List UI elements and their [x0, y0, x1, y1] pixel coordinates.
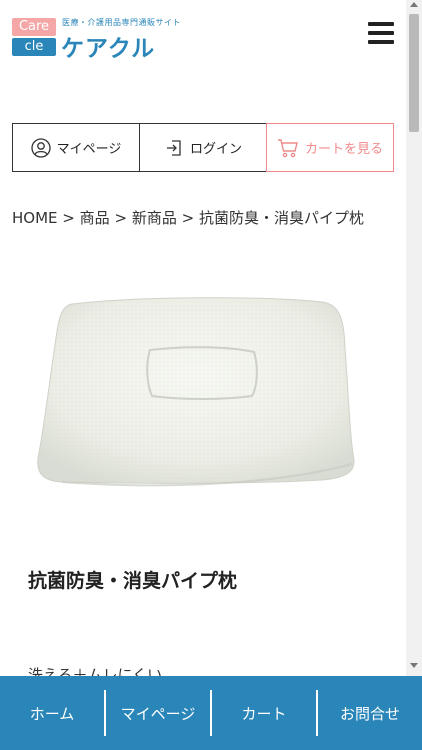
user-icon [30, 137, 51, 158]
logo-cle-text: cle [12, 38, 56, 56]
mypage-button[interactable]: マイページ [12, 123, 140, 172]
scrollbar[interactable] [406, 0, 422, 676]
mypage-button-label: マイページ [56, 142, 122, 157]
bottom-nav: ホーム マイページ カート お問合せ [0, 676, 422, 750]
breadcrumb-products[interactable]: 商品 [80, 209, 110, 227]
login-button-label: ログイン [189, 142, 242, 157]
breadcrumb-current: 抗菌防臭・消臭パイプ枕 [198, 209, 364, 227]
login-icon [164, 138, 184, 158]
login-button[interactable]: ログイン [139, 123, 267, 172]
breadcrumb-separator: > [181, 209, 195, 227]
product-image[interactable] [22, 268, 384, 512]
hamburger-icon[interactable] [368, 22, 394, 44]
nav-cart[interactable]: カート [212, 703, 316, 724]
nav-home[interactable]: ホーム [0, 703, 104, 724]
breadcrumb: HOME > 商品 > 新商品 > 抗菌防臭・消臭パイプ枕 [12, 207, 364, 228]
breadcrumb-new-products[interactable]: 新商品 [132, 209, 177, 227]
site-name[interactable]: ケアクル [61, 29, 155, 63]
breadcrumb-separator: > [62, 209, 75, 227]
logo[interactable]: Care cle [12, 18, 56, 56]
nav-contact[interactable]: お問合せ [318, 703, 422, 724]
site-header: Care cle 医療・介護用品専門通販サイト ケアクル [0, 0, 406, 70]
cart-button[interactable]: カートを見る [266, 123, 394, 172]
logo-care-text: Care [12, 18, 56, 36]
cart-button-label: カートを見る [304, 142, 383, 157]
nav-mypage[interactable]: マイページ [106, 703, 210, 724]
breadcrumb-home[interactable]: HOME [12, 209, 58, 227]
account-buttons: マイページ ログイン カートを見る [12, 123, 394, 172]
site-tagline: 医療・介護用品専門通販サイト [62, 18, 181, 27]
cart-icon [277, 138, 299, 158]
scroll-down-arrow-icon[interactable] [410, 663, 418, 668]
scroll-thumb[interactable] [409, 14, 419, 132]
scroll-up-arrow-icon[interactable] [410, 2, 418, 7]
product-title: 抗菌防臭・消臭パイプ枕 [28, 570, 238, 592]
breadcrumb-separator: > [114, 209, 128, 227]
